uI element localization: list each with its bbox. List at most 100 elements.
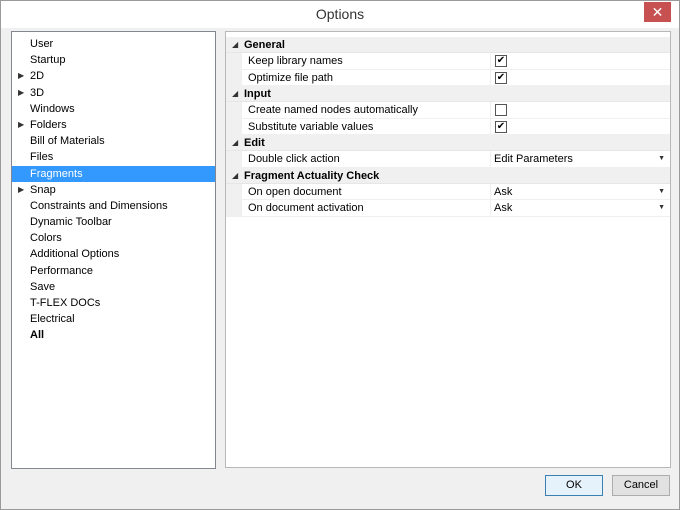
collapse-arrow-icon[interactable]: ◢ xyxy=(232,37,238,53)
tree-item-label: Additional Options xyxy=(30,248,120,261)
property-name: On open document xyxy=(248,185,342,198)
tree-item-dynamic-toolbar[interactable]: Dynamic Toolbar xyxy=(12,214,215,230)
tree-item-label: Snap xyxy=(30,183,56,196)
property-row-on-open-document[interactable]: On open document Ask ▼ xyxy=(226,183,670,200)
expand-arrow-icon[interactable]: ▶ xyxy=(18,85,24,101)
tree-item-label: Electrical xyxy=(30,313,75,326)
check-icon: ✔ xyxy=(496,120,506,132)
chevron-down-icon[interactable]: ▼ xyxy=(658,200,665,216)
dropdown-on-open-document[interactable]: Ask ▼ xyxy=(494,184,670,200)
tree-item-label: Bill of Materials xyxy=(30,135,105,148)
collapse-arrow-icon[interactable]: ◢ xyxy=(232,86,238,102)
group-label: General xyxy=(244,39,285,51)
column-divider xyxy=(490,53,491,69)
tree-item-t-flex-docs[interactable]: T-FLEX DOCs xyxy=(12,295,215,311)
tree-item-label: Dynamic Toolbar xyxy=(30,216,112,229)
ok-button[interactable]: OK xyxy=(545,475,603,496)
tree-item-electrical[interactable]: Electrical xyxy=(12,311,215,327)
collapse-arrow-icon[interactable]: ◢ xyxy=(232,135,238,151)
property-value-cell: ✔ xyxy=(494,70,670,86)
property-row-substitute-variable-values[interactable]: Substitute variable values ✔ xyxy=(226,118,670,135)
tree-item-label: Constraints and Dimensions xyxy=(30,199,168,212)
tree-item-label: Save xyxy=(30,280,56,293)
expand-arrow-icon[interactable]: ▶ xyxy=(18,182,24,198)
property-row-keep-library-names[interactable]: Keep library names ✔ xyxy=(226,53,670,70)
tree-item-colors[interactable]: Colors xyxy=(12,230,215,246)
row-gutter xyxy=(226,102,242,118)
group-label: Edit xyxy=(244,137,265,149)
row-gutter xyxy=(226,183,242,199)
checkbox-keep-library-names[interactable]: ✔ xyxy=(495,55,507,67)
row-gutter xyxy=(226,151,242,167)
tree-item-label: 3D xyxy=(30,86,45,99)
column-divider xyxy=(490,69,491,85)
tree-item-label: Performance xyxy=(30,264,93,277)
group-general[interactable]: ◢ General xyxy=(226,37,670,53)
collapse-arrow-icon[interactable]: ◢ xyxy=(232,168,238,184)
tree-item-fragments[interactable]: Fragments xyxy=(12,165,215,182)
dropdown-value: Ask xyxy=(494,202,513,214)
tree-item-2d[interactable]: ▶ 2D xyxy=(12,68,215,84)
dropdown-double-click-action[interactable]: Edit Parameters ▼ xyxy=(494,151,670,167)
property-value-cell xyxy=(494,102,670,118)
group-edit[interactable]: ◢ Edit xyxy=(226,135,670,151)
column-divider xyxy=(490,102,491,118)
check-icon: ✔ xyxy=(496,55,506,66)
tree-item-save[interactable]: Save xyxy=(12,279,215,295)
dropdown-on-document-activation[interactable]: Ask ▼ xyxy=(494,200,670,216)
dropdown-value: Edit Parameters xyxy=(494,153,573,165)
property-name: On document activation xyxy=(248,202,364,214)
property-row-optimize-file-path[interactable]: Optimize file path ✔ xyxy=(226,69,670,86)
cancel-button[interactable]: Cancel xyxy=(612,475,670,496)
tree-item-label: T-FLEX DOCs xyxy=(30,297,101,309)
group-fragment-actuality-check[interactable]: ◢ Fragment Actuality Check xyxy=(226,167,670,184)
tree-item-label: Folders xyxy=(30,118,67,131)
tree-item-additional-options[interactable]: Additional Options xyxy=(12,246,215,262)
category-tree: User Startup ▶ 2D ▶ 3D Windows ▶ Folders Bill of … xyxy=(11,31,216,469)
dropdown-value: Ask xyxy=(494,185,513,198)
check-icon: ✔ xyxy=(496,71,506,83)
column-divider xyxy=(490,183,491,199)
tree-item-label: User xyxy=(30,38,54,50)
row-gutter xyxy=(226,69,242,85)
tree-item-label: All xyxy=(30,329,45,342)
checkbox-substitute-variable-values[interactable]: ✔ xyxy=(495,120,507,133)
expand-arrow-icon[interactable]: ▶ xyxy=(18,68,24,84)
property-row-create-named-nodes-automatically[interactable]: Create named nodes automatically xyxy=(226,102,670,119)
tree-item-folders[interactable]: ▶ Folders xyxy=(12,117,215,133)
group-input[interactable]: ◢ Input xyxy=(226,86,670,102)
tree-item-snap[interactable]: ▶ Snap xyxy=(12,182,215,198)
tree-item-all[interactable]: All xyxy=(12,327,215,343)
checkbox-optimize-file-path[interactable]: ✔ xyxy=(495,71,507,84)
tree-item-bill-of-materials[interactable]: Bill of Materials xyxy=(12,133,215,149)
tree-item-constraints-and-dimensions[interactable]: Constraints and Dimensions xyxy=(12,198,215,214)
property-row-double-click-action[interactable]: Double click action Edit Parameters ▼ xyxy=(226,151,670,168)
close-button[interactable]: ✕ xyxy=(644,2,671,22)
checkbox-create-named-nodes-automatically[interactable] xyxy=(495,104,507,116)
property-row-on-document-activation[interactable]: On document activation Ask ▼ xyxy=(226,200,670,217)
close-icon: ✕ xyxy=(651,4,664,20)
title-bar: Options ✕ xyxy=(1,1,679,28)
chevron-down-icon[interactable]: ▼ xyxy=(658,151,665,167)
property-table: ◢ General Keep library names ✔ Optimize file… xyxy=(226,37,670,217)
property-value-cell: ✔ xyxy=(494,53,670,69)
column-divider xyxy=(490,200,491,216)
options-dialog: Options ✕ User Startup ▶ 2D ▶ 3D Windows ▶ Folde… xyxy=(0,0,680,510)
property-name: Create named nodes automatically xyxy=(248,104,418,116)
expand-arrow-icon[interactable]: ▶ xyxy=(18,117,24,133)
tree-item-performance[interactable]: Performance xyxy=(12,263,215,279)
group-label: Fragment Actuality Check xyxy=(244,169,380,182)
tree-item-label: Startup xyxy=(30,54,66,67)
property-value-cell: ✔ xyxy=(494,119,670,135)
tree-item-windows[interactable]: Windows xyxy=(12,101,215,117)
tree-item-files[interactable]: Files xyxy=(12,149,215,165)
column-divider xyxy=(490,118,491,134)
chevron-down-icon[interactable]: ▼ xyxy=(658,184,665,200)
property-name: Double click action xyxy=(248,153,340,165)
tree-item-user[interactable]: User xyxy=(12,36,215,52)
property-name: Substitute variable values xyxy=(248,120,374,133)
group-label: Input xyxy=(244,88,271,100)
tree-item-startup[interactable]: Startup xyxy=(12,52,215,68)
tree-item-3d[interactable]: ▶ 3D xyxy=(12,85,215,101)
dialog-client: User Startup ▶ 2D ▶ 3D Windows ▶ Folders Bill of … xyxy=(1,28,679,509)
